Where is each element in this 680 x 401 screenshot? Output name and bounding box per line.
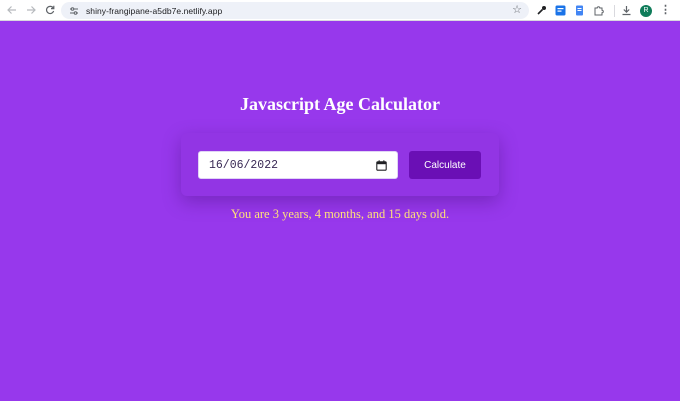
extensions-button[interactable] [593, 5, 604, 16]
age-result-text: You are 3 years, 4 months, and 15 days o… [230, 207, 450, 221]
site-info-button[interactable] [67, 4, 81, 18]
forward-button[interactable] [24, 3, 38, 17]
url-text[interactable]: shiny-frangipane-a5db7e.netlify.app [86, 6, 222, 16]
back-button[interactable] [5, 3, 19, 17]
puzzle-icon [594, 6, 604, 16]
profile-avatar[interactable]: R [640, 4, 652, 17]
arrow-left-icon [7, 6, 16, 14]
downloads-button[interactable] [621, 5, 632, 16]
bookmark-star-button[interactable]: ☆ [512, 3, 522, 16]
calculate-button[interactable]: Calculate [409, 151, 481, 179]
more-vert-icon[interactable]: ⋮ [660, 5, 671, 16]
browser-toolbar: shiny-frangipane-a5db7e.netlify.app ☆ R … [0, 0, 680, 21]
download-icon [622, 6, 631, 16]
translate-extension[interactable] [555, 5, 566, 16]
eyedropper-icon [537, 6, 546, 15]
translate-icon [555, 5, 566, 16]
toolbar-divider [614, 4, 615, 17]
document-extension[interactable] [574, 5, 585, 16]
profile-initial: R [643, 7, 649, 14]
birthdate-value[interactable]: 16/06/2022 [209, 159, 278, 172]
document-icon [576, 5, 583, 16]
calendar-icon[interactable] [376, 160, 387, 171]
arrow-right-icon [27, 6, 36, 14]
reload-icon [45, 5, 55, 15]
page-title: Javascript Age Calculator [240, 94, 440, 114]
reload-button[interactable] [43, 3, 57, 17]
calculator-card: 16/06/2022 Calculate [181, 133, 499, 196]
address-bar[interactable]: shiny-frangipane-a5db7e.netlify.app ☆ [61, 2, 529, 19]
birthdate-input[interactable]: 16/06/2022 [198, 151, 398, 179]
star-icon: ☆ [512, 4, 522, 16]
tune-icon [70, 6, 78, 15]
eyedropper-extension[interactable] [536, 5, 547, 16]
extensions-area: R ⋮ [536, 3, 671, 18]
